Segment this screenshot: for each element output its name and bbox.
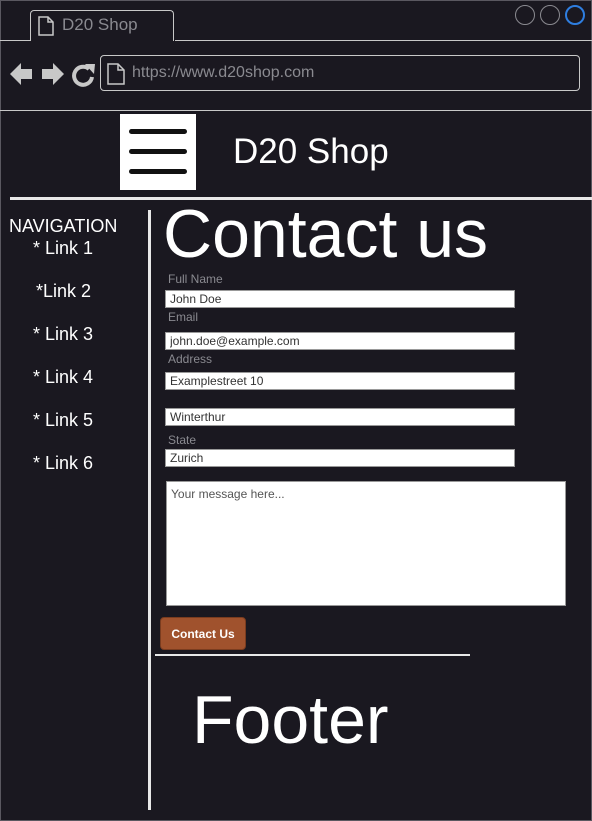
maximize-button[interactable] — [540, 5, 560, 25]
page-icon — [38, 16, 54, 36]
minimize-button[interactable] — [515, 5, 535, 25]
full-name-field[interactable] — [165, 290, 515, 308]
address-field[interactable] — [165, 372, 515, 390]
footer-divider — [155, 654, 470, 656]
close-button[interactable] — [565, 5, 585, 25]
sidebar-link-6[interactable]: * Link 6 — [33, 453, 93, 474]
navigation-controls — [10, 63, 95, 87]
sidebar-link-2[interactable]: *Link 2 — [36, 281, 91, 302]
navigation-heading: NAVIGATION — [9, 216, 118, 236]
city-field[interactable] — [165, 408, 515, 426]
tab-title: D20 Shop — [62, 15, 138, 34]
back-arrow-icon[interactable] — [10, 63, 32, 85]
email-field[interactable] — [165, 332, 515, 350]
menu-bar — [129, 169, 187, 174]
forward-arrow-icon[interactable] — [42, 63, 64, 85]
page-icon — [107, 63, 125, 85]
sidebar-link-4[interactable]: * Link 4 — [33, 367, 93, 388]
reload-icon[interactable] — [72, 64, 95, 87]
full-name-label: Full Name — [168, 272, 223, 286]
site-title: D20 Shop — [233, 132, 389, 171]
email-label: Email — [168, 310, 199, 324]
hamburger-menu-icon[interactable] — [120, 114, 196, 190]
address-label: Address — [168, 352, 213, 366]
tab-divider — [0, 40, 30, 41]
url-text: https://www.d20shop.com — [132, 64, 315, 81]
menu-bar — [129, 149, 187, 154]
address-bar[interactable]: https://www.d20shop.com — [100, 55, 580, 91]
state-label: State — [168, 433, 197, 447]
state-field[interactable] — [165, 449, 515, 467]
sidebar-link-1[interactable]: * Link 1 — [33, 238, 93, 259]
chrome-divider — [0, 110, 592, 111]
message-field[interactable] — [166, 481, 566, 606]
contact-us-button[interactable]: Contact Us — [160, 617, 246, 650]
sidebar-link-3[interactable]: * Link 3 — [33, 324, 93, 345]
page-title: Contact us — [163, 196, 489, 272]
sidebar-link-5[interactable]: * Link 5 — [33, 410, 93, 431]
browser-tab[interactable]: D20 Shop — [30, 10, 174, 41]
menu-bar — [129, 129, 187, 134]
tab-divider — [175, 40, 592, 41]
footer-text: Footer — [192, 682, 389, 758]
sidebar-divider — [148, 210, 151, 810]
